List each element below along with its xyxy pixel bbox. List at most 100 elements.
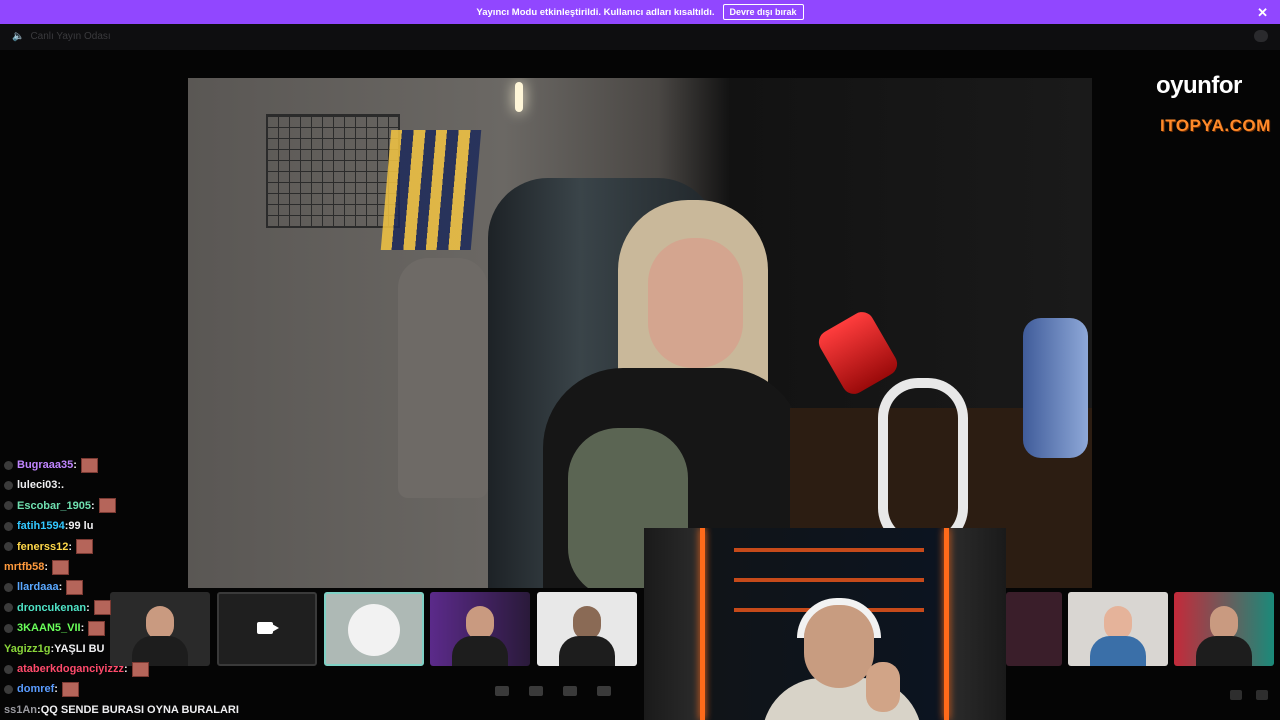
participant-head <box>1210 606 1238 640</box>
emote-icon <box>93 600 111 616</box>
team-flag <box>380 130 482 250</box>
chat-username[interactable]: 3KAAN5_VII <box>17 622 81 634</box>
ceiling-lamp <box>515 82 523 112</box>
settings-icon[interactable] <box>1256 690 1268 700</box>
chat-message: Escobar_1905 : <box>4 497 116 515</box>
chat-message: fenerss12 : <box>4 538 94 556</box>
main-video-feed[interactable] <box>188 78 1092 588</box>
chat-username[interactable]: Escobar_1905 <box>17 500 91 512</box>
chat-username[interactable]: llardaaa <box>17 581 59 593</box>
room-title: 🔈 Canlı Yayın Odası <box>12 31 111 42</box>
chat-badge-icon <box>4 480 13 490</box>
speaker-icon[interactable]: 🔈 <box>12 31 24 42</box>
camera-off-icon[interactable] <box>529 686 543 696</box>
participant-torso <box>1090 636 1146 666</box>
chat-message: ataberkdoganciyizzz : <box>4 660 149 678</box>
avatar <box>348 604 400 656</box>
chat-message: Bugraaa35 : <box>4 456 98 474</box>
chat-separator: : <box>73 459 77 471</box>
disable-streamer-mode-button[interactable]: Devre dışı bırak <box>722 4 804 20</box>
shelf <box>734 548 924 552</box>
participant-torso <box>559 636 615 666</box>
chat-bubble-icon[interactable] <box>1254 30 1268 42</box>
participant-torso <box>1196 636 1252 666</box>
room-name: Canlı Yayın Odası <box>30 31 111 42</box>
emote-icon <box>80 457 98 473</box>
chat-badge-icon <box>4 582 13 592</box>
streamer-mode-banner: Yayıncı Modu etkinleştirildi. Kullanıcı … <box>0 0 1280 24</box>
participant-head <box>1104 606 1132 640</box>
headset <box>878 378 968 548</box>
chat-message: llardaaa : <box>4 578 84 596</box>
emote-icon <box>66 579 84 595</box>
chat-separator: : <box>44 561 49 573</box>
participant-tile[interactable] <box>430 592 530 666</box>
chat-badge-icon <box>4 501 13 511</box>
participant-tile[interactable] <box>1068 592 1168 666</box>
participant-torso <box>452 636 508 666</box>
chat-message: ss1An : QQ SENDE BURASI OYNA BURALARI <box>4 701 239 719</box>
chat-username[interactable]: luleci03 <box>17 479 57 491</box>
chat-message: fatih1594 : 99 lu <box>4 517 93 535</box>
room-topbar: 🔈 Canlı Yayın Odası <box>0 24 1280 50</box>
chat-username[interactable]: fatih1594 <box>17 520 65 532</box>
emote-icon <box>52 559 70 575</box>
chat-username[interactable]: mrtfb58 <box>4 561 44 573</box>
neon-strip <box>700 528 705 720</box>
emote-icon <box>131 661 149 677</box>
participant-head <box>573 606 601 640</box>
corner-controls <box>1230 690 1268 700</box>
screen-share-icon[interactable] <box>563 686 577 696</box>
chat-separator: : <box>54 683 58 696</box>
chat-username[interactable]: Bugraaa35 <box>17 459 73 471</box>
chat-message: domref : <box>4 680 79 698</box>
itopya-logo: ITOPYA.COM <box>1160 116 1271 135</box>
neon-strip <box>944 528 949 720</box>
chat-separator: : <box>86 601 90 614</box>
headphones <box>797 598 881 638</box>
chat-username[interactable]: ss1An <box>4 704 37 716</box>
active-speaker-tile[interactable] <box>324 592 424 666</box>
background-chair <box>398 258 488 498</box>
call-controls <box>495 686 611 696</box>
participant-tile[interactable] <box>1174 592 1274 666</box>
chat-separator: : <box>80 622 85 635</box>
chat-username[interactable]: droncukenan <box>17 602 86 614</box>
chat-text: YAŞLI BU <box>54 642 105 655</box>
wall-grid <box>266 114 400 228</box>
chat-badge-icon <box>4 623 13 633</box>
chat-badge-icon <box>4 521 13 531</box>
chat-badge-icon <box>4 664 13 674</box>
chat-username[interactable]: ataberkdoganciyizzz <box>17 663 124 675</box>
chat-overlay: Bugraaa35 : luleci03 : . Escobar_1905 : f… <box>0 442 320 720</box>
pip-person-hand <box>866 662 900 712</box>
chat-badge-icon <box>4 684 13 694</box>
chat-text: . <box>61 479 65 492</box>
shelf <box>734 578 924 582</box>
participant-tile[interactable] <box>537 592 637 666</box>
chat-separator: : <box>91 499 95 512</box>
chat-message: droncukenan : <box>4 599 111 617</box>
streamer-pip-video[interactable] <box>644 528 1006 720</box>
chat-badge-icon <box>4 542 13 552</box>
emote-icon <box>76 539 94 555</box>
chat-username[interactable]: fenerss12 <box>17 541 68 553</box>
chat-message: Yagizz1g : YAŞLI BU <box>4 640 104 658</box>
chat-text: 99 lu <box>68 520 94 533</box>
chat-separator: : <box>68 540 73 553</box>
chat-text: QQ SENDE BURASI OYNA BURALARI <box>40 703 239 716</box>
emote-icon <box>61 681 79 697</box>
water-bottle <box>1023 318 1088 458</box>
mic-icon[interactable] <box>495 686 509 696</box>
close-icon[interactable]: ✕ <box>1257 5 1268 21</box>
emote-icon <box>88 620 106 636</box>
volume-icon[interactable] <box>1230 690 1242 700</box>
chat-username[interactable]: domref <box>17 683 54 695</box>
grid-icon[interactable] <box>597 686 611 696</box>
participant-tile[interactable] <box>1006 592 1062 666</box>
chat-username[interactable]: Yagizz1g <box>4 643 50 655</box>
microphone <box>814 307 902 399</box>
chat-message: luleci03 : . <box>4 476 64 494</box>
chat-badge-icon <box>4 460 13 470</box>
streamer-face <box>648 238 743 368</box>
